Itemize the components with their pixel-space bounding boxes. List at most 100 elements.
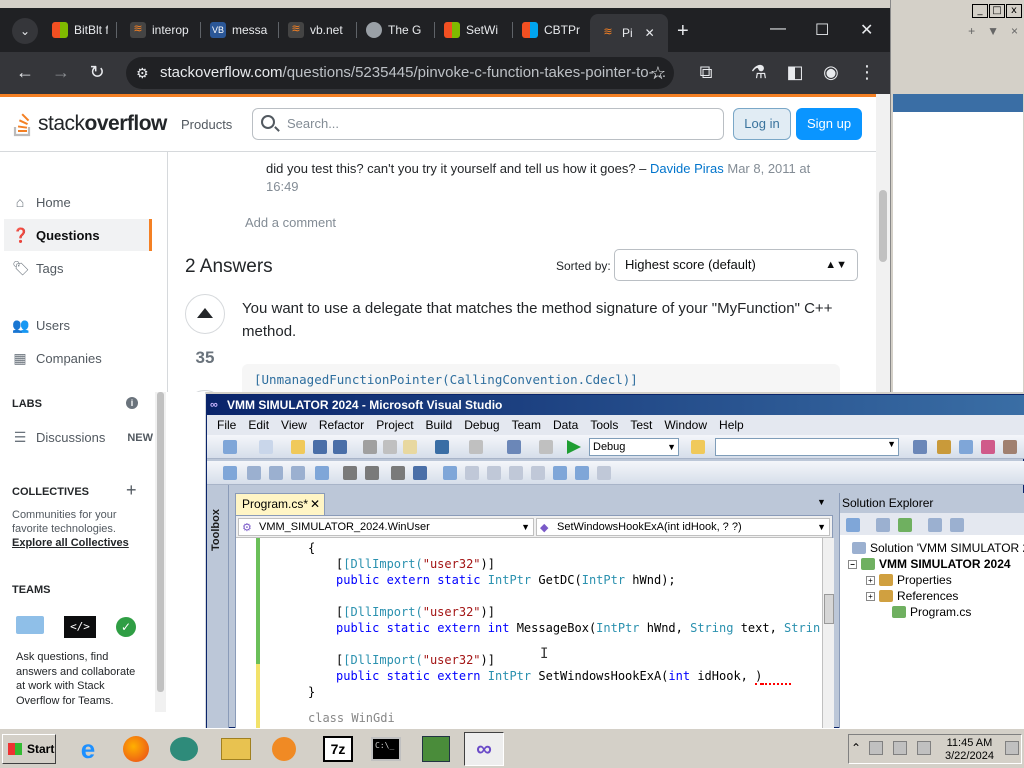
nav-questions[interactable]: ❓ Questions (4, 219, 152, 251)
uncomment-icon[interactable] (413, 466, 427, 480)
login-button[interactable]: Log in (733, 108, 791, 140)
menu-edit[interactable]: Edit (242, 415, 275, 435)
address-bar[interactable]: ⚙ stackoverflow.com/questions/5235445/pi… (126, 57, 674, 89)
navigate-backward-icon[interactable] (507, 440, 521, 454)
editor-scrollbar[interactable] (822, 538, 834, 728)
navigate-forward-icon[interactable] (539, 440, 553, 454)
solution-config-select[interactable]: Debug ▼ (589, 438, 679, 456)
code-area[interactable]: { [[DllImport("user32")] public extern s… (264, 540, 820, 728)
editor-tool-icon[interactable] (315, 466, 329, 480)
arrow-down-icon[interactable]: ▼ (987, 24, 999, 38)
menu-debug[interactable]: Debug (458, 415, 505, 435)
close-button[interactable]: x (1006, 4, 1022, 18)
properties-icon[interactable] (846, 518, 860, 532)
reload-icon[interactable]: ↻ (86, 62, 108, 83)
view-code-icon[interactable] (928, 518, 942, 532)
undo-icon[interactable] (435, 440, 449, 454)
media-player-taskbar-icon[interactable] (264, 732, 304, 766)
tab-dropdown-icon[interactable]: ▼ (817, 497, 826, 507)
menu-build[interactable]: Build (420, 415, 459, 435)
menu-file[interactable]: File (211, 415, 242, 435)
explore-collectives-link[interactable]: Explore all Collectives (12, 537, 129, 549)
browser-tab-active[interactable]: ≋ Pi ✕ (590, 14, 668, 52)
tree-references[interactable]: + References (866, 589, 958, 603)
bookmark-tool-icon[interactable] (509, 466, 523, 480)
tab-search-button[interactable]: ⌄ (12, 18, 38, 44)
menu-kebab-icon[interactable]: ⋮ (856, 62, 878, 83)
so-logo[interactable]: stackoverflow (12, 111, 167, 137)
sort-select[interactable]: Highest score (default) ▲▼ (614, 249, 858, 281)
browser-tab[interactable]: CBTPr (522, 18, 582, 42)
visual-studio-taskbar-icon[interactable]: ∞ (464, 732, 504, 766)
volume-icon[interactable] (917, 741, 931, 755)
plus-icon[interactable]: + (126, 480, 137, 501)
info-icon[interactable]: i (126, 397, 138, 409)
menu-team[interactable]: Team (506, 415, 547, 435)
explorer-taskbar-icon[interactable] (216, 732, 256, 766)
decrease-indent-icon[interactable] (343, 466, 357, 480)
show-all-files-icon[interactable] (876, 518, 890, 532)
maximize-button[interactable]: □ (989, 4, 1005, 18)
site-info-icon[interactable]: ⚙ (136, 57, 149, 89)
browser-tab[interactable]: VB messa (210, 18, 270, 42)
page-scrollbar[interactable] (876, 94, 890, 392)
sidebar-scrollbar[interactable] (155, 392, 166, 712)
collapse-icon[interactable]: − (848, 559, 857, 569)
expand-icon[interactable]: + (866, 591, 875, 601)
editor-tool-icon[interactable] (223, 466, 237, 480)
firefox-taskbar-icon[interactable] (116, 732, 156, 766)
extensions-icon[interactable]: ⧉ (695, 62, 717, 83)
app-taskbar-icon[interactable] (164, 732, 204, 766)
signup-button[interactable]: Sign up (796, 108, 862, 140)
save-icon[interactable] (313, 440, 327, 454)
browser-tab[interactable]: BitBlt f (52, 18, 108, 42)
tree-properties[interactable]: + Properties (866, 573, 952, 587)
close-window-icon[interactable]: ✕ (860, 20, 873, 40)
profile-avatar-icon[interactable]: ◉ (820, 62, 842, 83)
menu-tools[interactable]: Tools (584, 415, 624, 435)
nav-home[interactable]: ⌂ Home (12, 194, 71, 210)
minimize-button[interactable]: _ (972, 4, 988, 18)
search-input[interactable]: Search... (252, 108, 724, 140)
clock[interactable]: 11:45 AM 3/22/2024 (945, 737, 994, 763)
view-designer-icon[interactable] (950, 518, 964, 532)
properties-icon[interactable] (937, 440, 951, 454)
bookmark-star-icon[interactable]: ☆ (650, 57, 666, 89)
menu-project[interactable]: Project (370, 415, 419, 435)
scroll-thumb[interactable] (157, 392, 164, 692)
options-icon[interactable] (1003, 440, 1017, 454)
clear-bookmarks-icon[interactable] (597, 466, 611, 480)
redo-icon[interactable] (469, 440, 483, 454)
copy-icon[interactable] (383, 440, 397, 454)
nav-companies[interactable]: ▦ Companies (12, 350, 101, 367)
menu-refactor[interactable]: Refactor (313, 415, 370, 435)
cmd-taskbar-icon[interactable]: C:\_ (366, 732, 406, 766)
toolbox-panel[interactable]: Toolbox (207, 485, 229, 729)
plus-icon[interactable]: + (968, 24, 975, 38)
maximize-icon[interactable]: ☐ (815, 20, 829, 40)
member-dropdown[interactable]: ◆ SetWindowsHookExA(int idHook, ? ?) ▼ (536, 518, 830, 536)
tray-expand-icon[interactable]: ⌃ (851, 741, 861, 755)
browser-tab[interactable]: The G (366, 18, 426, 42)
bookmark-next-icon[interactable] (487, 466, 501, 480)
products-link[interactable]: Products (181, 117, 232, 132)
scroll-thumb[interactable] (879, 190, 887, 262)
chart-app-taskbar-icon[interactable] (416, 732, 456, 766)
close-tab-icon[interactable]: ✕ (310, 494, 320, 514)
type-dropdown[interactable]: ⚙ VMM_SIMULATOR_2024.WinUser ▼ (238, 518, 534, 536)
bookmark-prev-icon[interactable] (465, 466, 479, 480)
editor-tool-icon[interactable] (247, 466, 261, 480)
tab-close-icon[interactable]: ✕ (645, 26, 655, 40)
solution-explorer-icon[interactable] (913, 440, 927, 454)
new-tab-button[interactable]: + (677, 20, 689, 43)
find-in-files-icon[interactable] (691, 440, 705, 454)
refresh-icon[interactable] (898, 518, 912, 532)
tab-program-cs[interactable]: Program.cs* ✕ (235, 493, 325, 515)
add-comment-link[interactable]: Add a comment (245, 215, 336, 230)
start-debugging-icon[interactable] (567, 440, 581, 454)
browser-tab[interactable]: ≋ vb.net (288, 18, 348, 42)
minimize-icon[interactable]: — (770, 20, 786, 38)
bookmark-tool-icon[interactable] (575, 466, 589, 480)
new-project-icon[interactable] (223, 440, 237, 454)
browser-tab[interactable]: SetWi (444, 18, 504, 42)
